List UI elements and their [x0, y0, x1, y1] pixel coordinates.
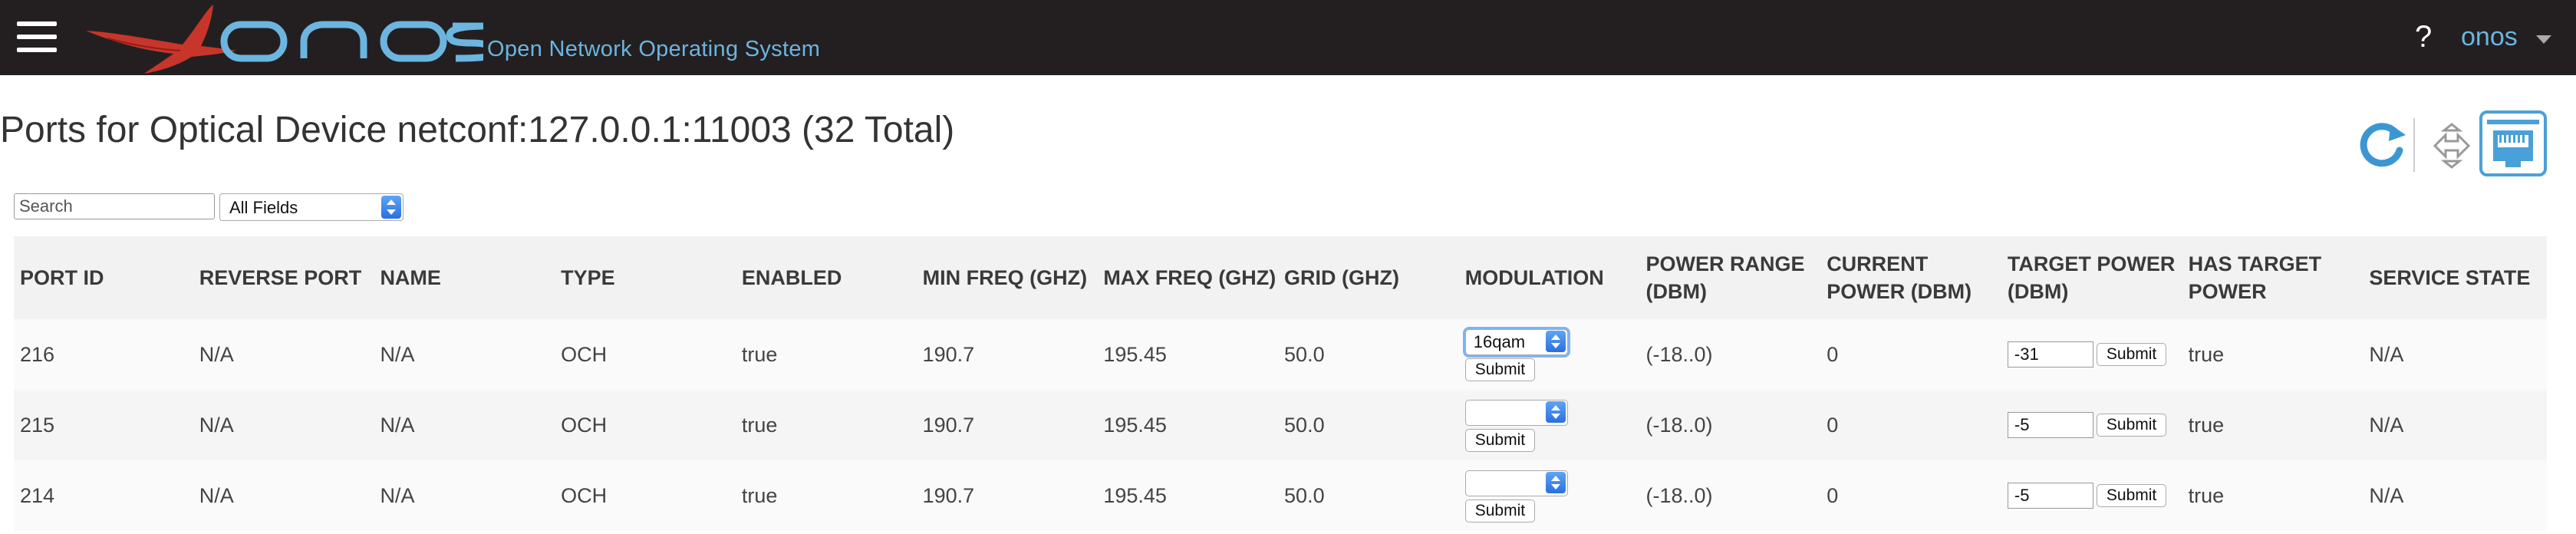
select-arrows-icon	[381, 196, 401, 219]
cell-port-id: 214	[20, 483, 55, 507]
cell-modulation: Submit	[1459, 398, 1640, 452]
cell-max-freq: 195.45	[1103, 413, 1167, 437]
help-icon[interactable]: ?	[2415, 20, 2432, 54]
cell-has-target-power: true	[2188, 413, 2225, 437]
cell-grid: 50.0	[1284, 413, 1325, 437]
cell-max-freq: 195.45	[1103, 342, 1167, 366]
cell-power-range: (-18..0)	[1645, 483, 1713, 507]
modulation-select[interactable]: 16qam	[1464, 329, 1568, 355]
cell-port-id: 215	[20, 413, 55, 437]
cell-has-target-power: true	[2188, 483, 2225, 507]
logo-subtitle: Open Network Operating System	[487, 37, 821, 61]
target-power-submit-button[interactable]: Submit	[2096, 414, 2167, 437]
cell-grid: 50.0	[1284, 342, 1325, 366]
cell-target-power: Submit	[2001, 341, 2182, 368]
cell-power-range: (-18..0)	[1645, 413, 1713, 437]
cell-target-power: Submit	[2001, 412, 2182, 438]
cell-modulation: Submit	[1459, 469, 1640, 522]
table-row[interactable]: 214 N/A N/A OCH true 190.7 195.45 50.0 S…	[14, 460, 2547, 531]
header-target-power[interactable]: TARGET POWER (DBM)	[2001, 250, 2182, 305]
cell-current-power: 0	[1827, 342, 1839, 366]
cell-service-state: N/A	[2369, 342, 2404, 366]
table-row[interactable]: 215 N/A N/A OCH true 190.7 195.45 50.0 S…	[14, 390, 2547, 460]
cell-modulation: 16qam Submit	[1459, 328, 1640, 381]
modulation-submit-button[interactable]: Submit	[1464, 358, 1536, 381]
header-port-id[interactable]: PORT ID	[14, 264, 193, 292]
cell-service-state: N/A	[2369, 483, 2404, 507]
header-enabled[interactable]: ENABLED	[736, 264, 917, 292]
header-grid[interactable]: GRID (GHZ)	[1278, 264, 1459, 292]
cell-enabled: true	[741, 413, 778, 437]
user-menu[interactable]: onos	[2461, 22, 2518, 52]
target-power-input[interactable]	[2007, 341, 2093, 368]
table-header: PORT ID REVERSE PORT NAME TYPE ENABLED M…	[14, 236, 2547, 319]
cell-min-freq: 190.7	[922, 342, 975, 366]
masthead: onos Open Network Operating System ? ono…	[0, 0, 2576, 75]
header-modulation[interactable]: MODULATION	[1459, 264, 1640, 292]
search-field-value: All Fields	[229, 198, 298, 217]
select-arrows-icon	[1545, 331, 1566, 352]
ports-table: PORT ID REVERSE PORT NAME TYPE ENABLED M…	[14, 236, 2547, 531]
select-arrows-icon	[1545, 401, 1566, 423]
ports-view-button[interactable]	[2479, 110, 2547, 176]
cell-min-freq: 190.7	[922, 413, 975, 437]
header-current-power[interactable]: CURRENT POWER (DBM)	[1820, 250, 2001, 305]
cell-reverse-port: N/A	[199, 413, 234, 437]
cell-max-freq: 195.45	[1103, 483, 1167, 507]
header-reverse-port[interactable]: REVERSE PORT	[193, 264, 374, 292]
cell-name: N/A	[380, 483, 415, 507]
cell-name: N/A	[380, 342, 415, 366]
cell-power-range: (-18..0)	[1645, 342, 1713, 366]
cell-min-freq: 190.7	[922, 483, 975, 507]
cell-reverse-port: N/A	[199, 342, 234, 366]
ethernet-port-icon	[2487, 120, 2539, 167]
modulation-submit-button[interactable]: Submit	[1464, 499, 1536, 522]
modulation-submit-button[interactable]: Submit	[1464, 429, 1536, 452]
cell-type: OCH	[561, 483, 608, 507]
header-has-target-power[interactable]: HAS TARGET POWER	[2182, 250, 2364, 305]
modulation-value: 16qam	[1473, 332, 1526, 351]
cell-current-power: 0	[1827, 483, 1839, 507]
toolbar	[2354, 110, 2562, 178]
cell-grid: 50.0	[1284, 483, 1325, 507]
table-row[interactable]: 216 N/A N/A OCH true 190.7 195.45 50.0 1…	[14, 319, 2547, 390]
target-power-submit-button[interactable]: Submit	[2096, 484, 2167, 507]
header-max-freq[interactable]: MAX FREQ (GHZ)	[1097, 264, 1278, 292]
cell-type: OCH	[561, 413, 608, 437]
header-name[interactable]: NAME	[374, 264, 555, 292]
header-type[interactable]: TYPE	[555, 264, 736, 292]
cell-has-target-power: true	[2188, 342, 2225, 366]
cell-name: N/A	[380, 413, 415, 437]
cell-reverse-port: N/A	[199, 483, 234, 507]
target-power-submit-button[interactable]: Submit	[2096, 343, 2167, 366]
cell-port-id: 216	[20, 342, 55, 366]
flows-icon[interactable]	[2427, 121, 2476, 170]
header-service-state[interactable]: SERVICE STATE	[2363, 264, 2547, 292]
toolbar-divider	[2413, 118, 2415, 172]
modulation-select[interactable]	[1464, 470, 1568, 496]
modulation-select[interactable]	[1464, 400, 1568, 426]
onos-logo: onos	[86, 5, 483, 74]
page-title: Ports for Optical Device netconf:127.0.0…	[0, 110, 955, 150]
select-arrows-icon	[1545, 472, 1566, 493]
cell-type: OCH	[561, 342, 608, 366]
target-power-input[interactable]	[2007, 483, 2093, 509]
header-min-freq[interactable]: MIN FREQ (GHZ)	[917, 264, 1098, 292]
search-input[interactable]	[14, 193, 215, 219]
chevron-down-icon[interactable]	[2536, 35, 2551, 44]
refresh-icon[interactable]	[2354, 117, 2409, 172]
target-power-input[interactable]	[2007, 412, 2093, 438]
cell-enabled: true	[741, 483, 778, 507]
cell-current-power: 0	[1827, 413, 1839, 437]
cell-target-power: Submit	[2001, 483, 2182, 509]
search-field-select[interactable]: All Fields	[219, 193, 404, 221]
menu-icon[interactable]	[17, 21, 57, 54]
cell-enabled: true	[741, 342, 778, 366]
header-power-range[interactable]: POWER RANGE (DBM)	[1639, 250, 1820, 305]
cell-service-state: N/A	[2369, 413, 2404, 437]
